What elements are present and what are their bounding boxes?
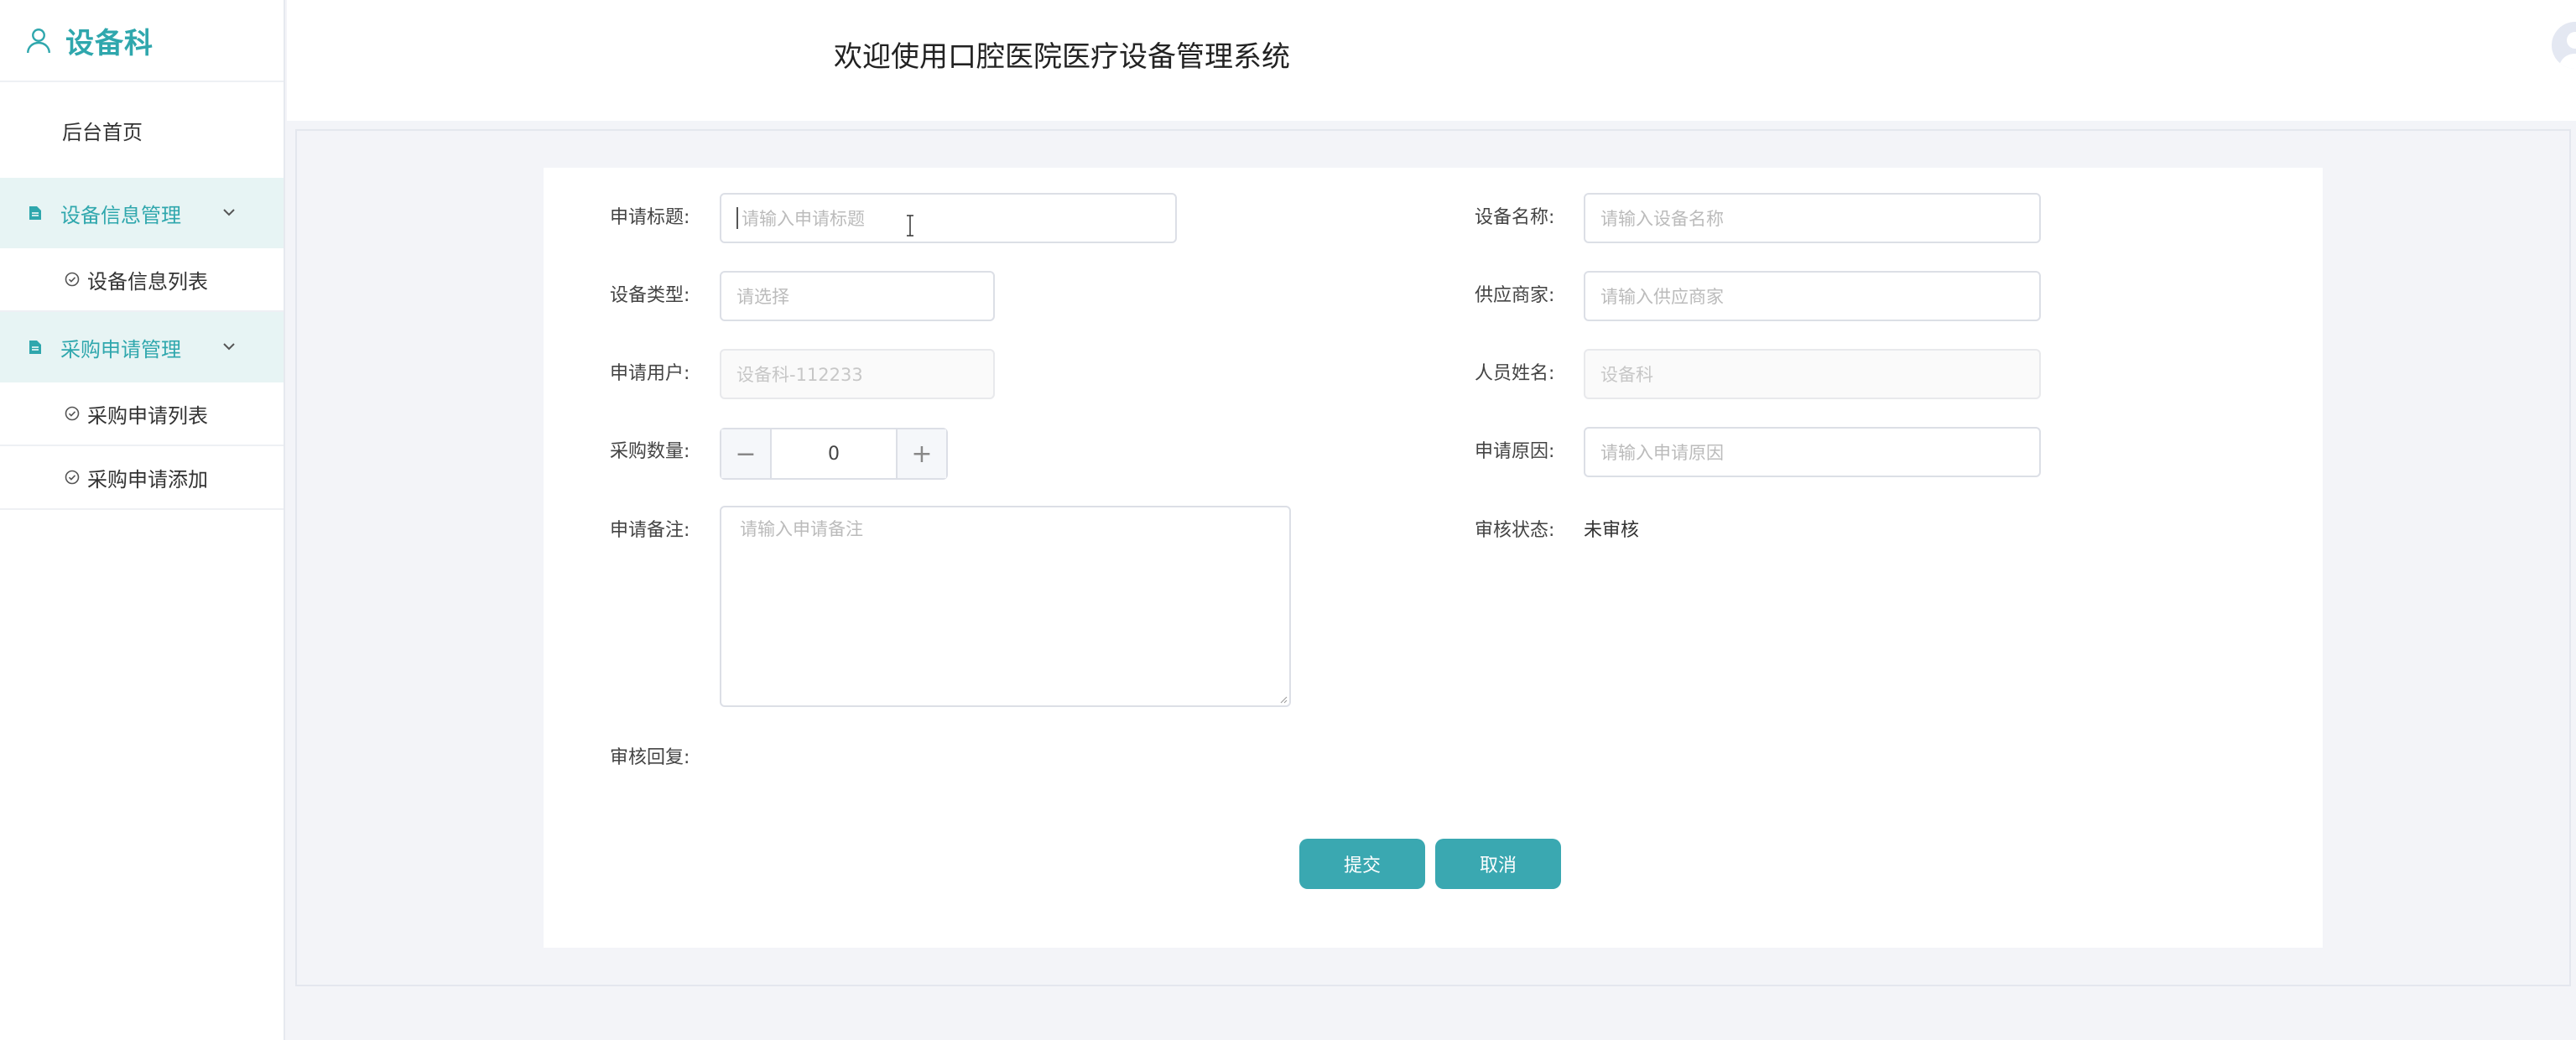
label-reason: 申请原因: <box>1475 441 1555 462</box>
sidebar-item-home[interactable]: 后台首页 <box>0 82 284 178</box>
submit-button[interactable]: 提交 <box>1299 839 1425 889</box>
sidebar-group-device-info[interactable]: 设备信息管理 <box>0 178 284 248</box>
applicant-input[interactable]: 设备科-112233 <box>720 349 995 399</box>
decrement-button[interactable]: − <box>721 429 772 478</box>
remark-placeholder: 请输入申请备注 <box>740 519 863 539</box>
sidebar-item-label: 采购申请添加 <box>87 467 208 491</box>
label-review-reply: 审核回复: <box>610 747 690 768</box>
text-caret <box>736 207 738 229</box>
document-icon <box>29 206 41 220</box>
sidebar: 设备科 后台首页 设备信息管理 设备信息列表 采购申请管理 采购申请列表 采购申… <box>0 0 285 1040</box>
text-cursor-icon <box>907 215 913 237</box>
device-type-placeholder: 请选择 <box>736 287 789 307</box>
quantity-stepper: − 0 + <box>720 428 948 480</box>
check-circle-icon <box>65 272 80 287</box>
user-icon <box>27 29 50 54</box>
avatar-icon <box>2558 32 2576 69</box>
check-circle-icon <box>65 470 80 485</box>
sidebar-group-label: 设备信息管理 <box>60 203 181 227</box>
brand-title: 设备科 <box>65 26 154 60</box>
increment-button[interactable]: + <box>896 429 946 478</box>
cancel-button[interactable]: 取消 <box>1435 839 1561 889</box>
sidebar-item-label: 设备信息列表 <box>87 269 208 294</box>
review-status-value: 未审核 <box>1584 520 1640 541</box>
sidebar-group-purchase[interactable]: 采购申请管理 <box>0 312 284 382</box>
top-header: 欢迎使用口腔医院医疗设备管理系统 <box>287 0 2576 121</box>
title-input[interactable]: 请输入申请标题 <box>720 193 1177 243</box>
avatar[interactable] <box>2552 22 2576 69</box>
chevron-down-icon <box>223 209 235 216</box>
document-icon <box>29 341 41 354</box>
reason-placeholder: 请输入申请原因 <box>1600 443 1724 463</box>
label-device-name: 设备名称: <box>1475 207 1555 228</box>
sidebar-item-label: 后台首页 <box>62 120 143 144</box>
label-device-type: 设备类型: <box>610 285 690 306</box>
sidebar-item-label: 采购申请列表 <box>87 403 208 428</box>
label-person-name: 人员姓名: <box>1475 363 1555 384</box>
device-name-placeholder: 请输入设备名称 <box>1600 209 1724 229</box>
title-placeholder: 请输入申请标题 <box>742 209 865 229</box>
chevron-down-icon <box>223 343 235 351</box>
remark-textarea[interactable]: 请输入申请备注 <box>720 506 1291 707</box>
person-name-value: 设备科 <box>1600 365 1653 385</box>
label-quantity: 采购数量: <box>610 441 690 462</box>
label-remark: 申请备注: <box>610 520 690 541</box>
supplier-placeholder: 请输入供应商家 <box>1600 287 1724 307</box>
sidebar-item-device-list[interactable]: 设备信息列表 <box>0 248 284 312</box>
sidebar-item-purchase-add[interactable]: 采购申请添加 <box>0 446 284 510</box>
quantity-value[interactable]: 0 <box>772 429 896 478</box>
resize-grip-icon[interactable] <box>1278 694 1288 704</box>
device-type-select[interactable]: 请选择 <box>720 271 995 321</box>
applicant-value: 设备科-112233 <box>736 365 863 385</box>
device-name-input[interactable]: 请输入设备名称 <box>1584 193 2041 243</box>
supplier-input[interactable]: 请输入供应商家 <box>1584 271 2041 321</box>
reason-input[interactable]: 请输入申请原因 <box>1584 427 2041 477</box>
check-circle-icon <box>65 406 80 421</box>
label-supplier: 供应商家: <box>1475 285 1555 306</box>
sidebar-brand: 设备科 <box>0 0 284 82</box>
person-name-input[interactable]: 设备科 <box>1584 349 2041 399</box>
label-title: 申请标题: <box>610 207 690 228</box>
label-applicant: 申请用户: <box>610 363 690 384</box>
page-title: 欢迎使用口腔医院医疗设备管理系统 <box>834 40 1290 74</box>
sidebar-item-purchase-list[interactable]: 采购申请列表 <box>0 382 284 446</box>
sidebar-group-label: 采购申请管理 <box>60 337 181 361</box>
label-review-status: 审核状态: <box>1475 520 1555 541</box>
